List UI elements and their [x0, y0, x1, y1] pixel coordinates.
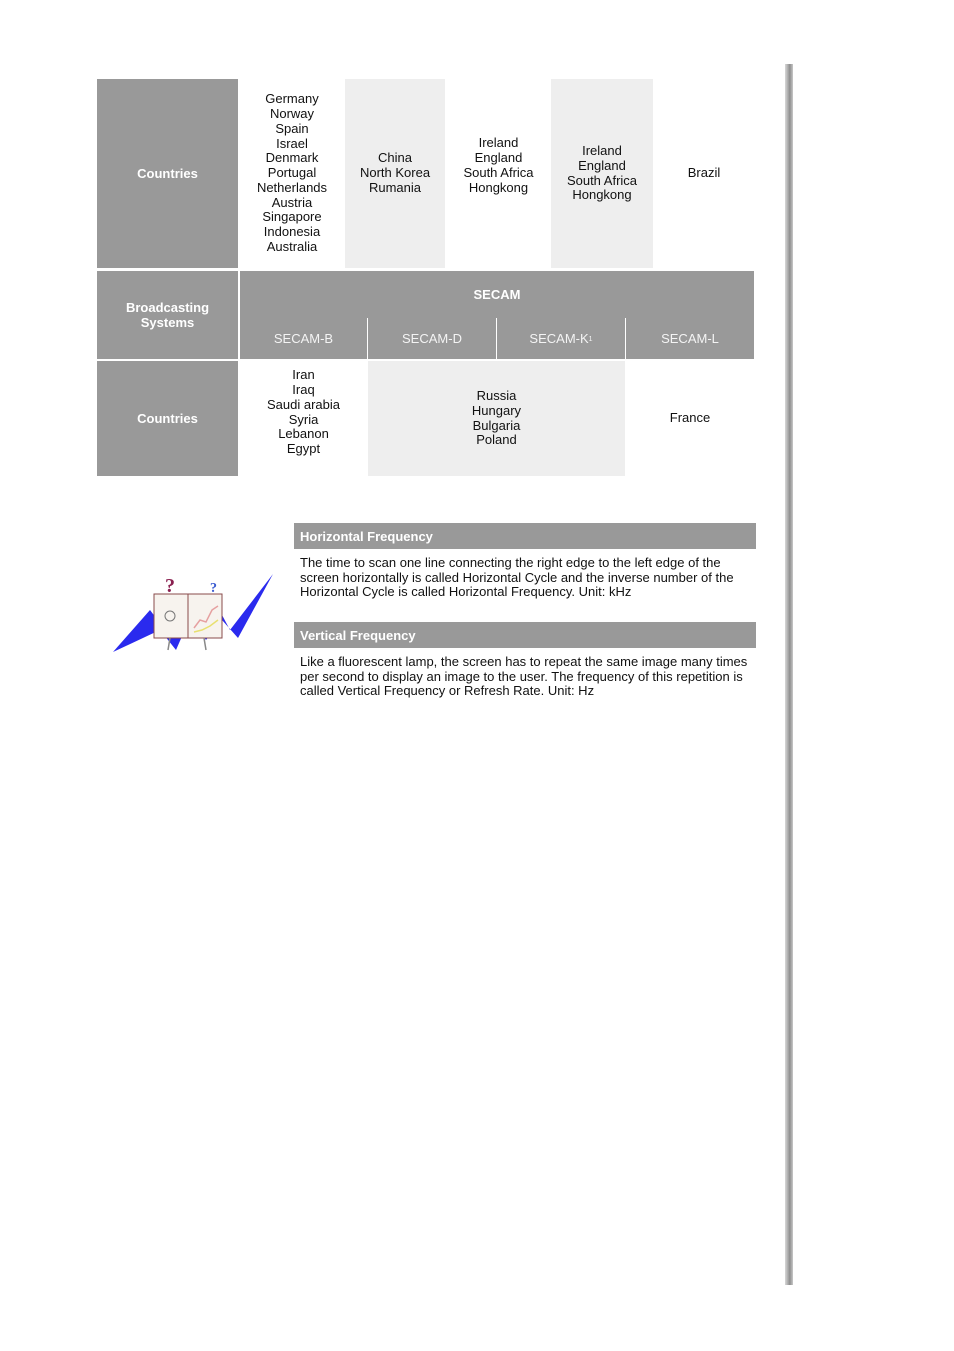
country-name: Israel [276, 135, 308, 151]
country-name: Egypt [286, 441, 321, 457]
broadcasting-systems-header: Broadcasting Systems [97, 271, 238, 359]
horizontal-frequency-heading: Horizontal Frequency [294, 523, 756, 549]
row1-cell-pal-d: China North Korea Rumania [345, 79, 445, 268]
country-name: South Africa [566, 172, 638, 188]
country-name: Norway [269, 105, 315, 121]
system-secam-k1: SECAM-K 1 [497, 318, 625, 359]
country-name: Poland [476, 432, 517, 448]
row1-cell-pal-i: Ireland England South Africa Hongkong [447, 79, 550, 268]
country-name: Germany [265, 91, 319, 107]
country-name: Ireland [582, 142, 622, 158]
horizontal-frequency-text: The time to scan one line connecting the… [300, 555, 734, 600]
row1-cell-pal-bg: Germany Norway Spain Israel Denmark Portugal N… [240, 79, 344, 268]
secam-label: SECAM [473, 287, 521, 302]
vertical-frequency-text: Like a fluorescent lamp, the screen has … [300, 654, 748, 699]
country-name: France [669, 410, 711, 426]
country-name: Brazil [687, 165, 721, 181]
country-name: Denmark [265, 150, 319, 166]
country-name: South Africa [463, 165, 534, 180]
country-list: China North Korea Rumania [359, 150, 431, 195]
country-list: France [669, 410, 711, 426]
system-secam-l: SECAM-L [626, 318, 754, 359]
country-name: North Korea [359, 165, 431, 181]
country-name: Bulgaria [472, 417, 521, 433]
question-book-icon: ? ? [110, 568, 278, 658]
country-name: Portugal [267, 165, 317, 181]
country-name: Hongkong [468, 179, 529, 195]
section-title: Horizontal Frequency [300, 528, 433, 544]
country-name: Russia [476, 387, 517, 403]
country-name: Iraq [292, 381, 315, 397]
country-name: England [578, 157, 626, 173]
country-list: Brazil [687, 165, 721, 181]
country-list: Russia Hungary Bulgaria Poland [471, 387, 522, 448]
country-list: Ireland England South Africa Hongkong [463, 136, 533, 195]
broadcasting-systems-label: Broadcasting Systems [125, 300, 210, 330]
svg-text:?: ? [210, 581, 217, 596]
country-name: Rumania [368, 179, 422, 195]
row3-header: Countries [97, 361, 238, 476]
country-name: Australia [266, 239, 318, 255]
system-label: SECAM-D [402, 331, 462, 346]
country-name: Indonesia [263, 224, 321, 240]
country-name: Singapore [262, 209, 322, 225]
country-name: Iran [292, 367, 315, 383]
svg-text:?: ? [165, 575, 175, 597]
system-label: SECAM-L [661, 331, 719, 346]
row3-cell-secam-b: Iran Iraq Saudi arabia Syria Lebanon Egypt [240, 361, 367, 476]
row3-cell-secam-l: France [626, 361, 754, 476]
system-superscript: 1 [588, 336, 593, 343]
country-name: Lebanon [278, 426, 329, 442]
country-name: Ireland [478, 135, 519, 151]
system-secam-d: SECAM-D [368, 318, 496, 359]
country-name: Hongkong [572, 187, 632, 203]
country-list: Ireland England South Africa Hongkong [566, 142, 638, 203]
system-label: SECAM-K [529, 331, 589, 346]
country-name: Saudi arabia [267, 396, 340, 412]
country-name: Netherlands [256, 179, 328, 195]
country-name: England [474, 150, 523, 166]
section-title: Vertical Frequency [300, 627, 416, 643]
country-list: Iran Iraq Saudi arabia Syria Lebanon Egypt [267, 367, 340, 457]
row3-cell-secam-dk: Russia Hungary Bulgaria Poland [368, 361, 625, 476]
row1-header: Countries [97, 79, 238, 268]
system-label: SECAM-B [273, 331, 334, 346]
row1-cell-pal-m: Brazil [655, 79, 753, 268]
country-name: Hungary [471, 402, 522, 418]
country-list: Germany Norway Spain Israel Denmark Portugal N… [256, 91, 328, 255]
country-name: Syria [288, 411, 319, 427]
vertical-frequency-heading: Vertical Frequency [294, 622, 756, 648]
country-name: Spain [275, 120, 309, 136]
country-name: Austria [271, 194, 313, 210]
row1-cell-pal-i-2: Ireland England South Africa Hongkong [551, 79, 653, 268]
page-margin-rule [785, 64, 793, 1285]
system-secam-b: SECAM-B [240, 318, 367, 359]
country-name: China [378, 150, 412, 166]
